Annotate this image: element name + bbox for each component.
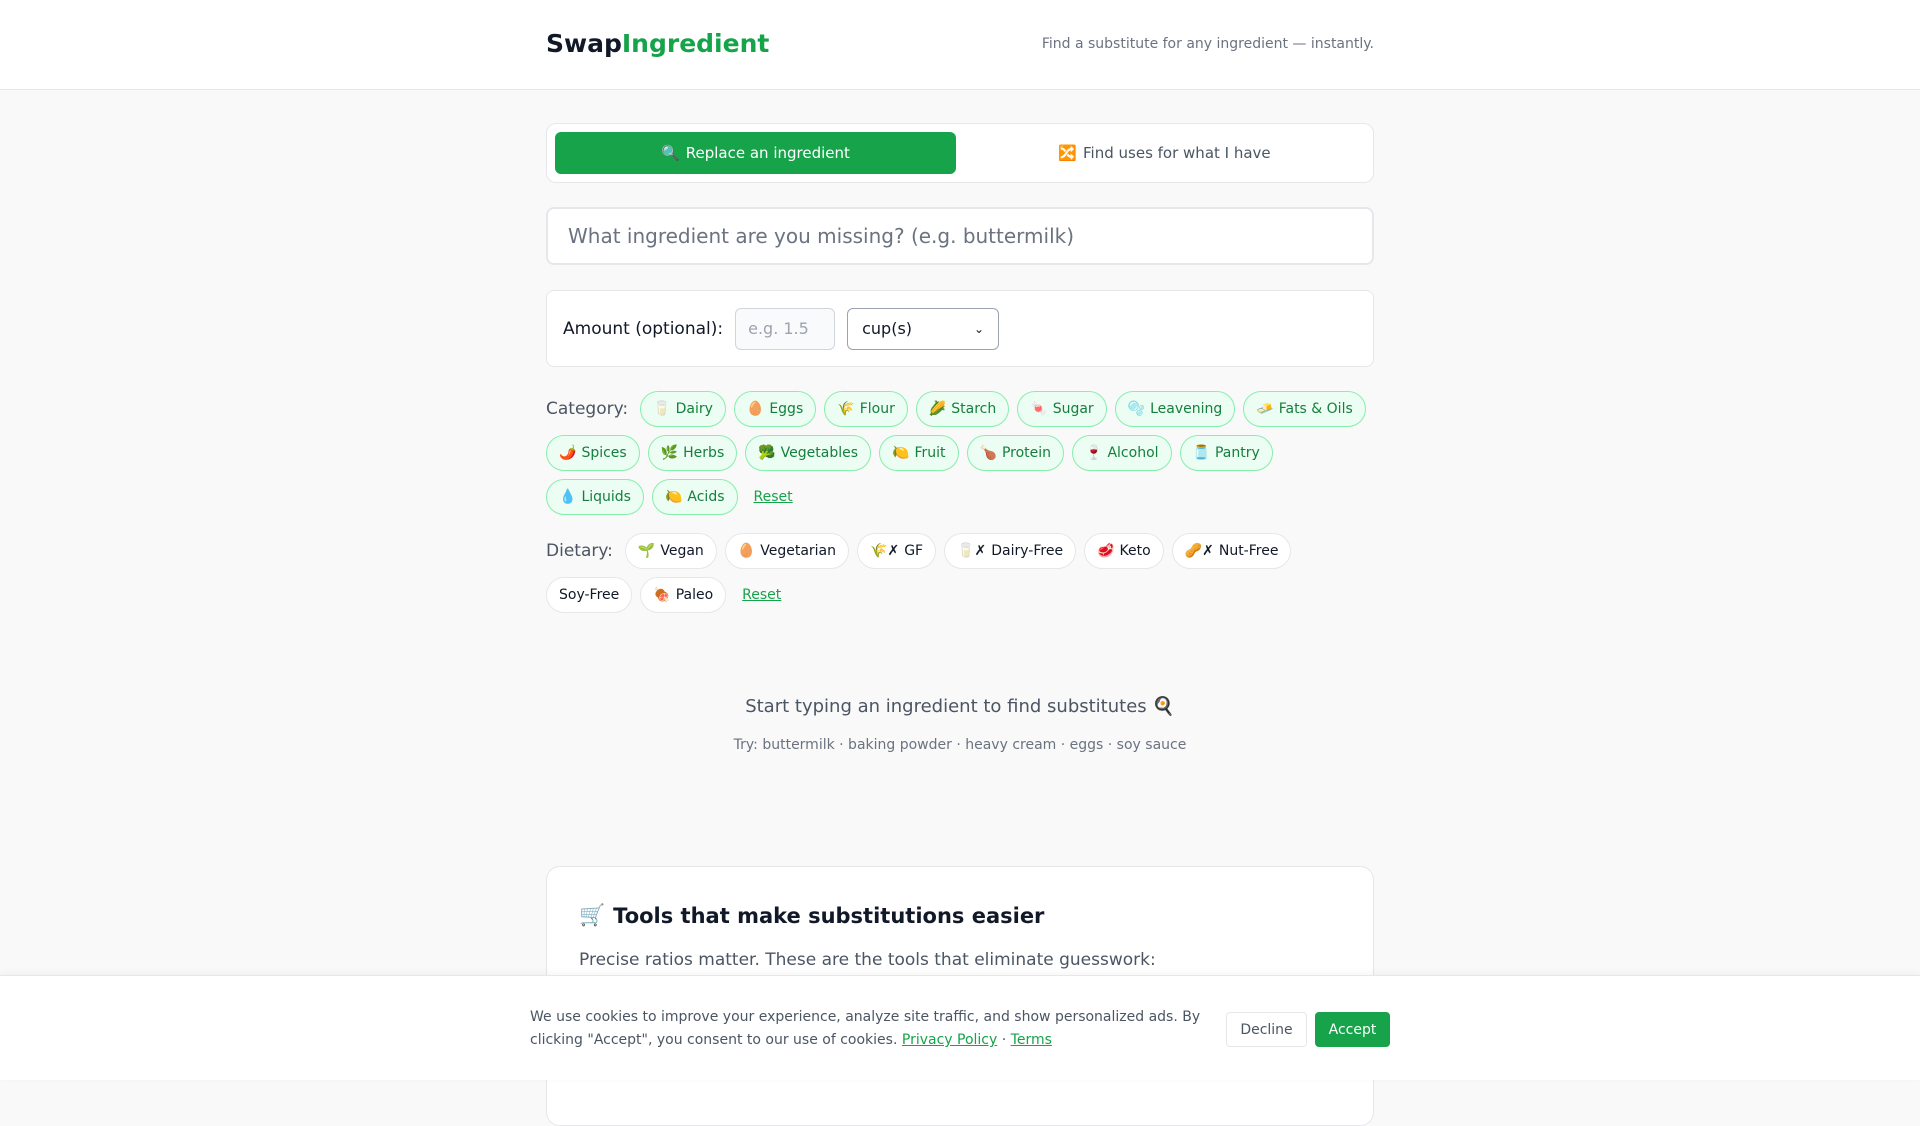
- dietary-reset-link[interactable]: Reset: [742, 587, 781, 603]
- category-chip-icon: 🫙: [1192, 445, 1210, 461]
- category-chip-icon: 🥦: [758, 445, 776, 461]
- dietary-chip-icon: 🍖: [653, 587, 671, 603]
- category-reset-link[interactable]: Reset: [754, 489, 793, 505]
- category-chip-icon: 🧈: [1256, 401, 1274, 417]
- category-chip-liquids[interactable]: 💧 Liquids: [546, 479, 644, 515]
- category-chip-icon: 🥛: [653, 401, 671, 417]
- category-filter: Category: 🥛 Dairy 🥚 Eggs 🌾 Flour 🌽 Starch 🍬 Sugar…: [546, 391, 1374, 515]
- category-chip-protein[interactable]: 🍗 Protein: [966, 435, 1065, 471]
- amount-input[interactable]: [735, 307, 836, 350]
- cookie-text: We use cookies to improve your experienc…: [530, 1009, 1201, 1048]
- category-chip-pantry[interactable]: 🫙 Pantry: [1179, 435, 1273, 471]
- category-chip-icon: 🌿: [660, 445, 679, 461]
- dietary-chip-icon: 🥛✗: [957, 543, 987, 559]
- category-chip-icon: 🍋: [892, 445, 910, 461]
- category-chip-icon: 🫧: [1127, 401, 1146, 417]
- dietary-chip-icon: 🥚: [737, 543, 756, 559]
- category-chip-leavening[interactable]: 🫧 Leavening: [1114, 391, 1236, 427]
- dietary-chip-gf[interactable]: 🌾✗ GF: [857, 533, 937, 569]
- dietary-chip-keto[interactable]: 🥩 Keto: [1084, 533, 1164, 569]
- dietary-chip-icon: 🌱: [637, 543, 656, 559]
- cookie-banner: We use cookies to improve your experienc…: [0, 975, 1920, 1080]
- tagline: Find a substitute for any ingredient — i…: [1041, 36, 1374, 52]
- dietary-chip-dairy-free[interactable]: 🥛✗ Dairy-Free: [944, 533, 1077, 569]
- category-chip-icon: 💧: [559, 489, 577, 505]
- shopping-cart-icon: 🛒: [579, 903, 606, 927]
- site-logo[interactable]: SwapIngredient: [546, 29, 769, 58]
- unit-select[interactable]: cup(s) ⌄: [847, 307, 1000, 350]
- privacy-policy-link[interactable]: Privacy Policy: [902, 1032, 997, 1048]
- dietary-filter: Dietary: 🌱 Vegan 🥚 Vegetarian 🌾✗ GF 🥛✗ Dairy-Fr…: [546, 533, 1374, 613]
- category-chip-icon: 🍷: [1085, 445, 1103, 461]
- category-chip-fats-oils[interactable]: 🧈 Fats & Oils: [1243, 391, 1366, 427]
- category-chip-icon: 🍬: [1030, 401, 1048, 417]
- category-chip-acids[interactable]: 🍋 Acids: [651, 479, 738, 515]
- amount-panel: Amount (optional): cup(s) ⌄: [546, 290, 1374, 367]
- decline-button[interactable]: Decline: [1226, 1012, 1307, 1047]
- dietary-chip-nut-free[interactable]: 🥜✗ Nut-Free: [1171, 533, 1292, 569]
- accept-button[interactable]: Accept: [1315, 1012, 1390, 1047]
- find-uses-tab[interactable]: 🔀 Find uses for what I have: [964, 132, 1365, 174]
- dietary-chip-icon: 🌾✗: [870, 543, 900, 559]
- dietary-label: Dietary:: [546, 541, 613, 561]
- category-chip-icon: 🍗: [979, 445, 997, 461]
- search-container: [546, 207, 1374, 265]
- category-chip-alcohol[interactable]: 🍷 Alcohol: [1072, 435, 1172, 471]
- dietary-chip-vegetarian[interactable]: 🥚 Vegetarian: [724, 533, 850, 569]
- category-chip-icon: 🌽: [928, 401, 947, 417]
- site-header: SwapIngredient Find a substitute for any…: [0, 0, 1920, 90]
- tools-title: 🛒 Tools that make substitutions easier: [579, 903, 1045, 928]
- category-chip-sugar[interactable]: 🍬 Sugar: [1017, 391, 1107, 427]
- empty-state: Start typing an ingredient to find subst…: [546, 696, 1374, 753]
- category-chip-fruit[interactable]: 🍋 Fruit: [879, 435, 959, 471]
- mode-switcher: 🔍 Replace an ingredient 🔀 Find uses for …: [546, 123, 1374, 183]
- tools-description: Precise ratios matter. These are the too…: [579, 950, 1156, 970]
- ingredient-search-input[interactable]: [548, 209, 1372, 263]
- dietary-chip-paleo[interactable]: 🍖 Paleo: [640, 577, 727, 613]
- category-chip-eggs[interactable]: 🥚 Eggs: [733, 391, 817, 427]
- category-chip-herbs[interactable]: 🌿 Herbs: [647, 435, 738, 471]
- category-chip-spices[interactable]: 🌶️ Spices: [546, 435, 640, 471]
- chevron-down-icon: ⌄: [974, 321, 985, 336]
- terms-link[interactable]: Terms: [1011, 1032, 1052, 1048]
- replace-ingredient-tab[interactable]: 🔍 Replace an ingredient: [555, 132, 956, 174]
- dietary-chip-vegan[interactable]: 🌱 Vegan: [624, 533, 717, 569]
- empty-state-hint: Try: buttermilk · baking powder · heavy …: [733, 737, 1187, 753]
- category-chip-dairy[interactable]: 🥛 Dairy: [640, 391, 726, 427]
- dietary-chip-icon: 🥜✗: [1184, 543, 1214, 559]
- category-chip-starch[interactable]: 🌽 Starch: [915, 391, 1010, 427]
- category-chip-flour[interactable]: 🌾 Flour: [824, 391, 908, 427]
- dietary-chip-soy-free[interactable]: Soy-Free: [546, 577, 633, 613]
- category-label: Category:: [546, 399, 629, 419]
- category-chip-icon: 🥚: [746, 401, 765, 417]
- amount-label: Amount (optional):: [563, 318, 724, 339]
- dietary-chip-icon: 🥩: [1097, 543, 1115, 559]
- search-icon: 🔍: [661, 144, 680, 162]
- category-chip-vegetables[interactable]: 🥦 Vegetables: [745, 435, 872, 471]
- category-chip-icon: 🌾: [837, 401, 855, 417]
- shuffle-icon: 🔀: [1058, 144, 1078, 162]
- category-chip-icon: 🌶️: [559, 445, 577, 461]
- category-chip-icon: 🍋: [664, 489, 683, 505]
- empty-state-title: Start typing an ingredient to find subst…: [745, 696, 1175, 717]
